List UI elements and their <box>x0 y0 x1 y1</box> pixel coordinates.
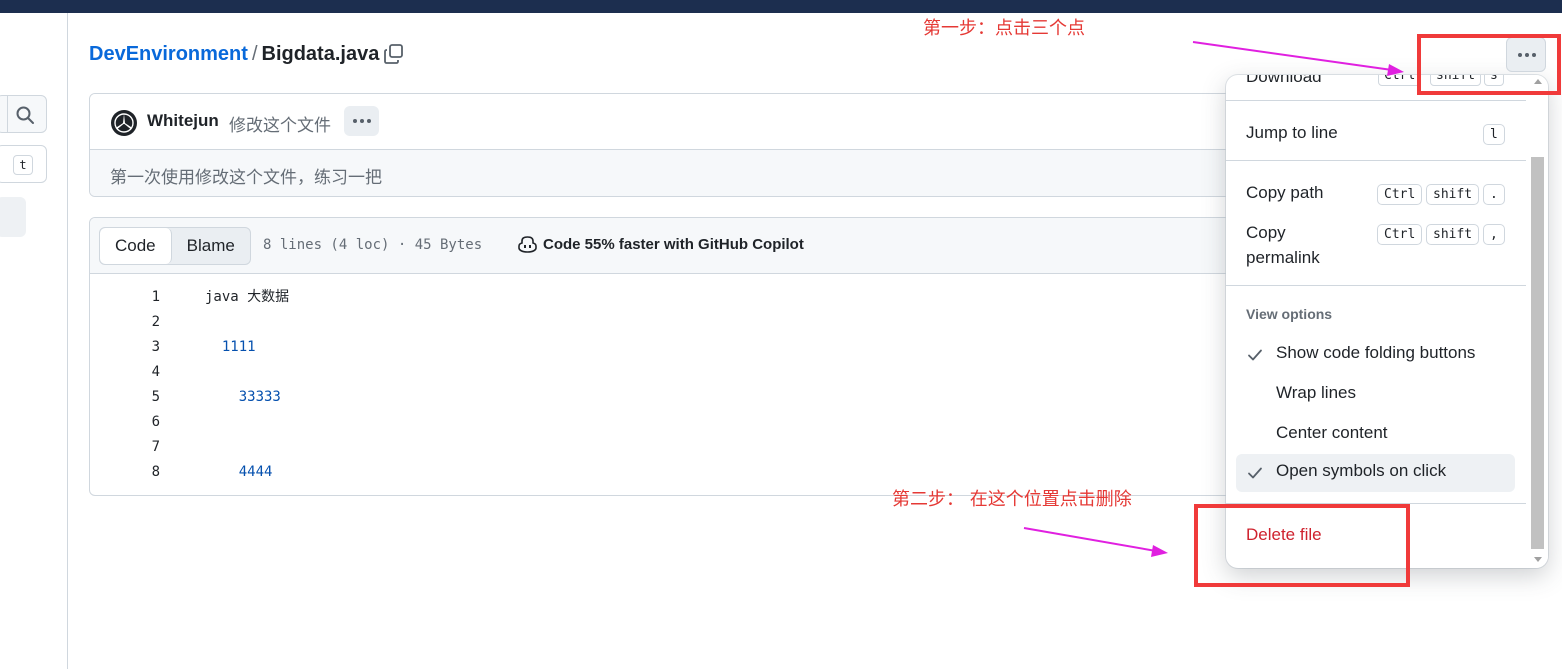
annotation-arrow-2 <box>1023 527 1168 557</box>
annotation-arrows <box>1023 41 1404 557</box>
annotation-arrow-1 <box>1192 41 1404 76</box>
